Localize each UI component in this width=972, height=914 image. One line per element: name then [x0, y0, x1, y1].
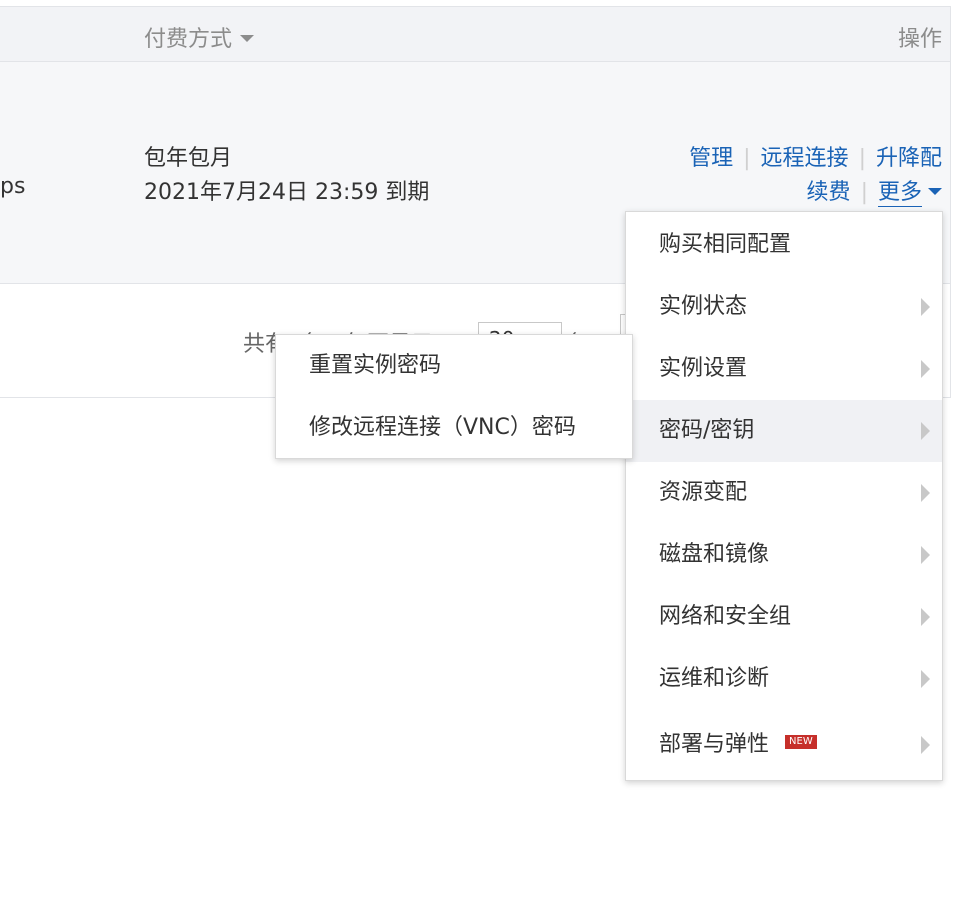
submenu-item-label: 重置实例密码 [309, 353, 442, 378]
manage-link[interactable]: 管理 [689, 146, 733, 171]
expiry-time: 2021年7月24日 23:59 到期 [144, 180, 430, 205]
more-actions-menu: 购买相同配置 实例状态 实例设置 密码/密钥 资源变配 磁盘和镜像 网络和安全组… [625, 211, 943, 781]
chevron-right-icon [921, 736, 930, 754]
chevron-right-icon [921, 484, 930, 502]
submenu-item-label: 修改远程连接（VNC）密码 [309, 415, 576, 440]
password-submenu: 重置实例密码 修改远程连接（VNC）密码 [275, 334, 633, 459]
action-separator: | [860, 180, 868, 205]
remote-connect-link[interactable]: 远程连接 [761, 146, 849, 171]
menu-item-label: 密码/密钥 [659, 418, 755, 443]
renew-link[interactable]: 续费 [807, 180, 851, 205]
submenu-item-change-vnc-password[interactable]: 修改远程连接（VNC）密码 [276, 397, 632, 459]
new-badge: NEW [785, 735, 817, 749]
menu-item-label: 运维和诊断 [659, 666, 770, 691]
more-link[interactable]: 更多 [877, 180, 922, 207]
action-separator: | [858, 146, 866, 171]
menu-item-instance-settings[interactable]: 实例设置 [626, 338, 942, 400]
action-separator: | [743, 146, 751, 171]
payment-method-header[interactable]: 付费方式 [144, 21, 255, 53]
payment-type: 包年包月 [144, 146, 233, 171]
payment-method-header-label: 付费方式 [144, 27, 233, 52]
menu-item-ops-diagnosis[interactable]: 运维和诊断 [626, 648, 942, 710]
menu-item-label: 磁盘和镜像 [659, 542, 770, 567]
chevron-right-icon [921, 670, 930, 688]
menu-item-deploy-elastic[interactable]: 部署与弹性 NEW [626, 714, 942, 776]
menu-item-label: 网络和安全组 [659, 604, 792, 629]
chevron-down-icon[interactable] [928, 187, 942, 195]
menu-item-label: 购买相同配置 [659, 232, 792, 257]
chevron-right-icon [921, 546, 930, 564]
table-header: 付费方式 操作 [0, 6, 950, 62]
menu-item-label: 实例状态 [659, 294, 748, 319]
more-dropdown[interactable]: 更多 [877, 180, 942, 207]
submenu-item-reset-password[interactable]: 重置实例密码 [276, 335, 632, 397]
menu-item-label: 部署与弹性 [659, 732, 770, 757]
chevron-right-icon [921, 422, 930, 440]
menu-item-resource-change[interactable]: 资源变配 [626, 462, 942, 524]
row-actions-line-1: 管理 | 远程连接 | 升降配 [689, 140, 942, 172]
menu-item-label: 实例设置 [659, 356, 748, 381]
menu-item-label: 资源变配 [659, 480, 748, 505]
row-left-cell-fragment: ps [0, 174, 26, 199]
filter-caret-icon[interactable] [240, 34, 255, 42]
menu-item-buy-same-config[interactable]: 购买相同配置 [626, 214, 942, 276]
chevron-right-icon [921, 298, 930, 316]
upgrade-link[interactable]: 升降配 [876, 146, 942, 171]
chevron-right-icon [921, 360, 930, 378]
actions-header: 操作 [897, 27, 942, 52]
menu-item-password-key[interactable]: 密码/密钥 [626, 400, 942, 462]
row-actions-line-2: 续费 | 更多 [807, 174, 942, 207]
chevron-right-icon [921, 608, 930, 626]
menu-item-disk-image[interactable]: 磁盘和镜像 [626, 524, 942, 586]
menu-item-instance-status[interactable]: 实例状态 [626, 276, 942, 338]
menu-item-network-security[interactable]: 网络和安全组 [626, 586, 942, 648]
